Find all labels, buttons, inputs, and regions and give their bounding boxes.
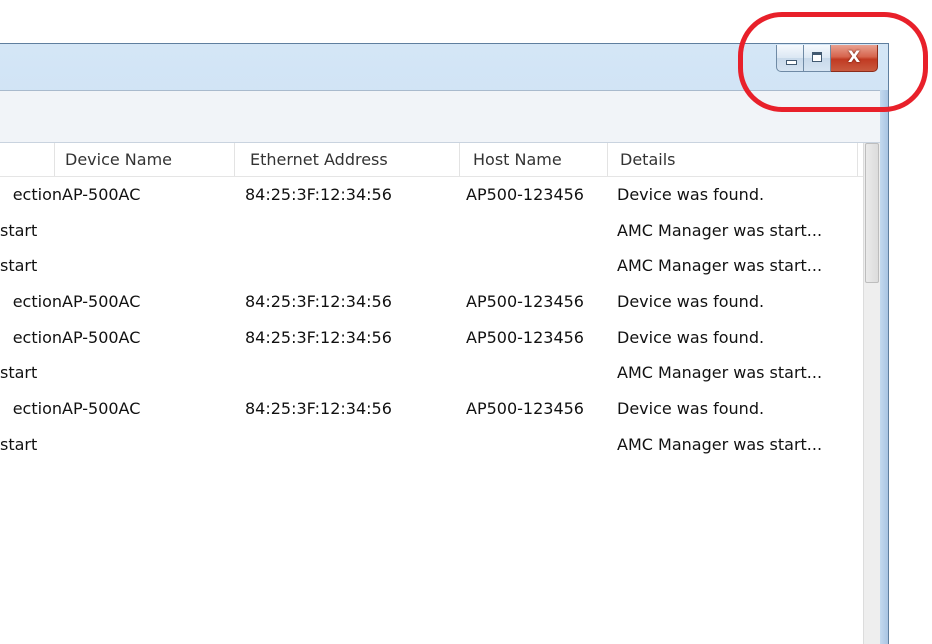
table-row[interactable]: start AMC Manager was start... [0,427,864,463]
ethernet-address-cell: 84:25:3F:12:34:56 [245,185,392,204]
column-header-host-name[interactable]: Host Name [460,143,608,176]
column-header-ethernet-address[interactable]: Ethernet Address [235,143,460,176]
event-cell: ection [12,185,62,204]
details-cell: AMC Manager was start... [617,256,823,276]
details-cell: Device was found. [617,327,765,347]
details-cell: AMC Manager was start... [617,434,823,454]
details-cell: Device was found. [617,185,765,204]
table-row[interactable]: start AMC Manager was start... [0,213,864,249]
scrollbar-thumb[interactable] [865,143,879,283]
details-cell: Device was found. [617,399,765,419]
table-row[interactable]: ection AP-500AC 84:25:3F:12:34:56 AP500-… [0,177,864,213]
device-name-cell: AP-500AC [62,399,141,419]
event-cell: ection [12,399,62,419]
list-rows: ection AP-500AC 84:25:3F:12:34:56 AP500-… [0,177,864,463]
vertical-scrollbar[interactable] [863,143,880,644]
table-row[interactable]: ection AP-500AC 84:25:3F:12:34:56 AP500-… [0,284,864,320]
column-header-event[interactable] [0,143,55,176]
ethernet-address-cell: 84:25:3F:12:34:56 [245,399,392,419]
table-row[interactable]: start AMC Manager was start... [0,355,864,391]
table-row[interactable]: start AMC Manager was start... [0,248,864,284]
column-header-details[interactable]: Details [608,143,858,176]
host-name-cell: AP500-123456 [466,399,584,419]
details-cell: AMC Manager was start... [617,363,823,383]
event-cell: start [0,220,38,240]
host-name-cell: AP500-123456 [466,292,584,312]
table-row[interactable]: ection AP-500AC 84:25:3F:12:34:56 AP500-… [0,320,864,356]
log-list[interactable]: Device Name Ethernet Address Host Name D… [0,142,880,644]
column-header-device-name[interactable]: Device Name [55,143,235,176]
host-name-cell: AP500-123456 [466,185,584,204]
event-cell: start [0,363,38,383]
event-cell: ection [12,327,62,347]
table-row[interactable]: ection AP-500AC 84:25:3F:12:34:56 AP500-… [0,391,864,427]
list-header: Device Name Ethernet Address Host Name D… [0,143,864,177]
device-name-cell: AP-500AC [62,292,141,312]
details-cell: Device was found. [617,292,765,312]
close-button-highlight-annotation [738,12,928,112]
event-cell: ection [12,292,62,312]
device-name-cell: AP-500AC [62,327,141,347]
window-frame-edge [880,90,888,644]
toolbar-area [0,90,880,145]
host-name-cell: AP500-123456 [466,327,584,347]
details-cell: AMC Manager was start... [617,220,823,240]
event-cell: start [0,434,38,454]
ethernet-address-cell: 84:25:3F:12:34:56 [245,327,392,347]
application-window: X Device Name Ethernet Address Host Name… [0,43,889,644]
event-cell: start [0,256,38,276]
ethernet-address-cell: 84:25:3F:12:34:56 [245,292,392,312]
device-name-cell: AP-500AC [62,185,141,204]
